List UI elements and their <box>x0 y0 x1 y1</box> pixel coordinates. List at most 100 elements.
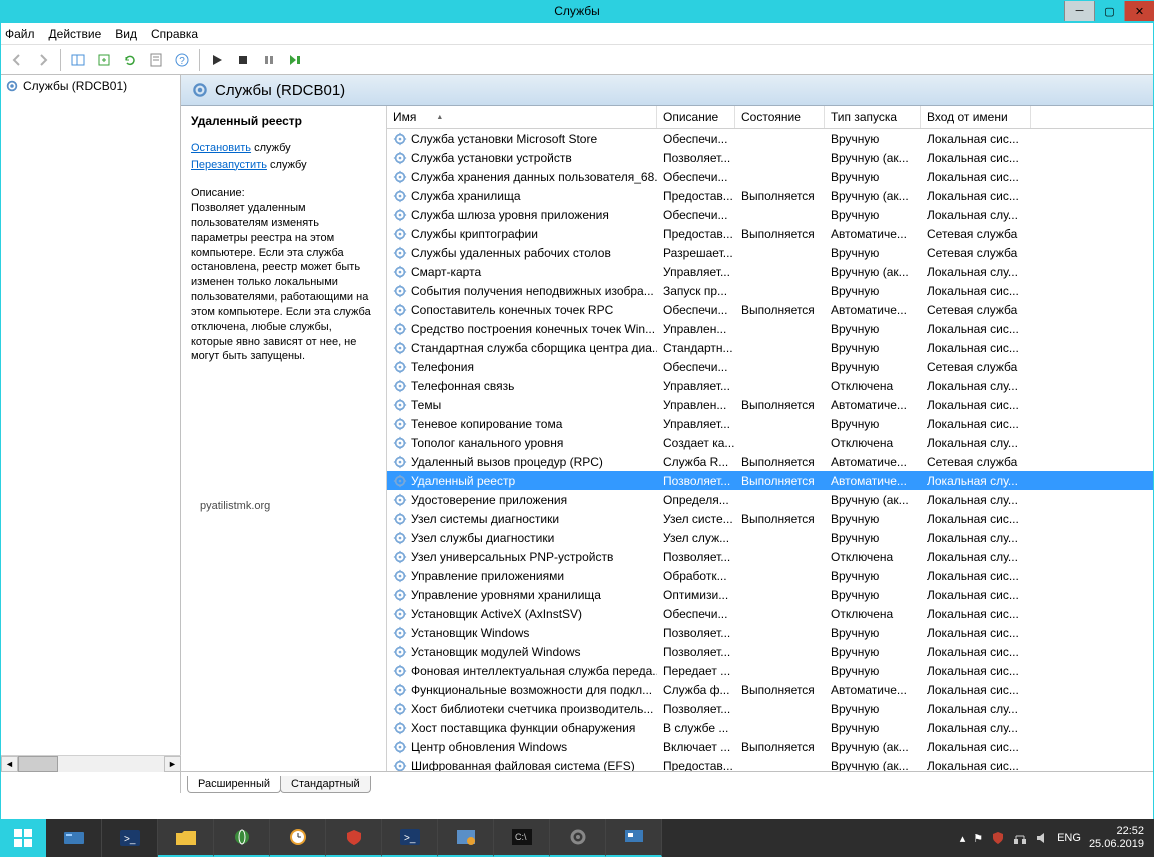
description-label: Описание: <box>191 187 376 199</box>
service-row[interactable]: Сопоставитель конечных точек RPCОбеспечи… <box>387 300 1153 319</box>
start-service-button[interactable] <box>205 48 229 72</box>
service-row[interactable]: Хост библиотеки счетчика производитель..… <box>387 699 1153 718</box>
service-row[interactable]: Службы криптографииПредостав...Выполняет… <box>387 224 1153 243</box>
close-button[interactable]: ✕ <box>1124 1 1154 21</box>
tray-shield-icon[interactable] <box>991 831 1005 845</box>
task-dcom[interactable] <box>438 819 494 857</box>
svg-text:C:\: C:\ <box>515 832 527 842</box>
service-row[interactable]: Стандартная служба сборщика центра диа..… <box>387 338 1153 357</box>
task-server-manager[interactable] <box>46 819 102 857</box>
restart-service-button[interactable] <box>283 48 307 72</box>
tree-root-label: Службы (RDCB01) <box>23 79 127 93</box>
windows-icon <box>13 828 33 848</box>
service-row[interactable]: Служба установки Microsoft StoreОбеспечи… <box>387 129 1153 148</box>
service-row[interactable]: Удаленный вызов процедур (RPC)Служба R..… <box>387 452 1153 471</box>
service-row[interactable]: Удостоверение приложенияОпределя...Вручн… <box>387 490 1153 509</box>
service-row[interactable]: Смарт-картаУправляет...Вручную (ак...Лок… <box>387 262 1153 281</box>
tray-network-icon[interactable] <box>1013 831 1027 845</box>
menu-file[interactable]: Файл <box>5 27 35 41</box>
tab-standard[interactable]: Стандартный <box>280 776 371 793</box>
tree-root[interactable]: Службы (RDCB01) <box>5 79 176 93</box>
service-row[interactable]: ТемыУправлен...ВыполняетсяАвтоматиче...Л… <box>387 395 1153 414</box>
menu-bar: Файл Действие Вид Справка <box>1 23 1153 45</box>
service-row[interactable]: Узел универсальных PNP-устройствПозволяе… <box>387 547 1153 566</box>
maximize-button[interactable]: ▢ <box>1094 1 1124 21</box>
service-row[interactable]: Установщик WindowsПозволяет...ВручнуюЛок… <box>387 623 1153 642</box>
service-row[interactable]: Служба хранения данных пользователя_68..… <box>387 167 1153 186</box>
col-desc[interactable]: Описание <box>657 106 735 128</box>
view-tabs: Расширенный Стандартный <box>181 771 1153 793</box>
task-ps-window[interactable]: >_ <box>382 819 438 857</box>
show-hide-button[interactable] <box>66 48 90 72</box>
panel-title: Службы (RDCB01) <box>215 82 345 99</box>
task-services[interactable] <box>550 819 606 857</box>
menu-action[interactable]: Действие <box>49 27 102 41</box>
restart-link[interactable]: Перезапустить <box>191 159 267 171</box>
service-row[interactable]: Удаленный реестрПозволяет...ВыполняетсяА… <box>387 471 1153 490</box>
tree-pane: Службы (RDCB01) <box>1 75 181 793</box>
menu-help[interactable]: Справка <box>151 27 198 41</box>
tray-up-icon[interactable]: ▴ <box>960 832 966 845</box>
tree-hscroll[interactable]: ◄► <box>1 755 181 772</box>
task-powershell[interactable]: >_ <box>102 819 158 857</box>
service-row[interactable]: Шифрованная файловая система (EFS)Предос… <box>387 756 1153 771</box>
tray-flag-icon[interactable]: ⚑ <box>973 832 983 845</box>
service-row[interactable]: Узел службы диагностикиУзел служ...Вручн… <box>387 528 1153 547</box>
col-logon[interactable]: Вход от имени <box>921 106 1031 128</box>
col-name[interactable]: Имя <box>387 106 657 128</box>
service-row[interactable]: Управление уровнями хранилищаОптимизи...… <box>387 585 1153 604</box>
service-row[interactable]: Служба установки устройствПозволяет...Вр… <box>387 148 1153 167</box>
service-row[interactable]: События получения неподвижных изобра...З… <box>387 281 1153 300</box>
help-button[interactable]: ? <box>170 48 194 72</box>
services-icon <box>191 81 209 99</box>
stop-link[interactable]: Остановить <box>191 142 251 154</box>
selected-service-name: Удаленный реестр <box>191 114 376 128</box>
service-row[interactable]: Хост поставщика функции обнаруженияВ слу… <box>387 718 1153 737</box>
service-row[interactable]: Средство построения конечных точек Win..… <box>387 319 1153 338</box>
col-start[interactable]: Тип запуска <box>825 106 921 128</box>
svg-text:>_: >_ <box>124 834 136 845</box>
task-rd[interactable] <box>606 819 662 857</box>
back-button[interactable] <box>5 48 29 72</box>
service-row[interactable]: Теневое копирование томаУправляет...Вруч… <box>387 414 1153 433</box>
service-row[interactable]: Функциональные возможности для подкл...С… <box>387 680 1153 699</box>
tray-clock[interactable]: 22:52 25.06.2019 <box>1089 825 1144 851</box>
service-row[interactable]: ТелефонияОбеспечи...ВручнуюСетевая служб… <box>387 357 1153 376</box>
toolbar: ? <box>1 45 1153 75</box>
tray-lang[interactable]: ENG <box>1057 832 1081 844</box>
task-cmd[interactable]: C:\ <box>494 819 550 857</box>
task-security[interactable] <box>326 819 382 857</box>
refresh-button[interactable] <box>118 48 142 72</box>
stop-service-button[interactable] <box>231 48 255 72</box>
minimize-button[interactable]: ─ <box>1064 1 1094 21</box>
service-row[interactable]: Управление приложениямиОбработк...Вручну… <box>387 566 1153 585</box>
tab-extended[interactable]: Расширенный <box>187 776 281 793</box>
service-row[interactable]: Установщик ActiveX (AxInstSV)Обеспечи...… <box>387 604 1153 623</box>
col-state[interactable]: Состояние <box>735 106 825 128</box>
service-row[interactable]: Центр обновления WindowsВключает ...Выпо… <box>387 737 1153 756</box>
title-bar: Службы ─ ▢ ✕ <box>0 0 1154 22</box>
task-explorer[interactable] <box>158 819 214 857</box>
service-row[interactable]: Установщик модулей WindowsПозволяет...Вр… <box>387 642 1153 661</box>
export-button[interactable] <box>92 48 116 72</box>
service-row[interactable]: Фоновая интеллектуальная служба переда..… <box>387 661 1153 680</box>
service-row[interactable]: Службы удаленных рабочих столовРазрешает… <box>387 243 1153 262</box>
service-row[interactable]: Тополог канального уровняСоздает ка...От… <box>387 433 1153 452</box>
pause-service-button[interactable] <box>257 48 281 72</box>
service-row[interactable]: Узел системы диагностикиУзел систе...Вып… <box>387 509 1153 528</box>
forward-button[interactable] <box>31 48 55 72</box>
properties-button[interactable] <box>144 48 168 72</box>
service-row[interactable]: Служба хранилищаПредостав...ВыполняетсяВ… <box>387 186 1153 205</box>
list-header: Имя Описание Состояние Тип запуска Вход … <box>387 106 1153 129</box>
tray-sound-icon[interactable] <box>1035 831 1049 845</box>
window-title: Службы <box>554 4 599 18</box>
service-row[interactable]: Телефонная связьУправляет...ОтключенаЛок… <box>387 376 1153 395</box>
menu-view[interactable]: Вид <box>115 27 137 41</box>
start-button[interactable] <box>0 819 46 857</box>
system-tray: ▴ ⚑ ENG 22:52 25.06.2019 <box>950 819 1154 857</box>
task-network[interactable] <box>214 819 270 857</box>
taskbar: >_ >_ C:\ ▴ ⚑ ENG 22:52 25.06.2019 <box>0 819 1154 857</box>
service-row[interactable]: Служба шлюза уровня приложенияОбеспечи..… <box>387 205 1153 224</box>
task-clock[interactable] <box>270 819 326 857</box>
service-list[interactable]: Служба установки Microsoft StoreОбеспечи… <box>387 129 1153 771</box>
